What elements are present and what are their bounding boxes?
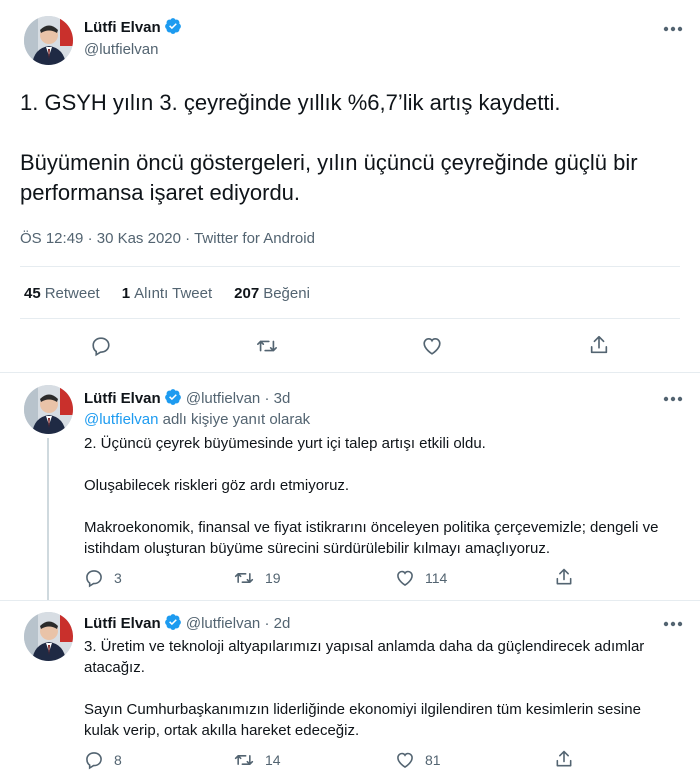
reply-icon <box>86 570 102 588</box>
verified-badge-icon <box>164 17 182 35</box>
share-button[interactable] <box>554 749 574 769</box>
like-icon <box>397 752 413 769</box>
tweet-text: 1. GSYH yılın 3. çeyreğinde yıllık %6,7’… <box>20 90 638 205</box>
retweet-count: 14 <box>265 752 281 768</box>
verified-badge-icon <box>164 388 182 406</box>
share-button[interactable] <box>588 334 610 356</box>
retweet-button[interactable]: 19 <box>233 568 281 588</box>
reply-icon <box>92 337 110 357</box>
retweet-icon <box>257 340 277 352</box>
tweet-meta: ÖS 12:49 · 30 Kas 2020 · Twitter for And… <box>20 230 315 247</box>
divider <box>20 266 680 267</box>
thread-line <box>47 438 49 600</box>
retweet-icon <box>234 755 254 765</box>
avatar[interactable] <box>24 16 73 65</box>
like-count: 114 <box>425 570 448 586</box>
author-name[interactable]: Lütfi Elvan <box>84 390 161 407</box>
avatar[interactable] <box>24 385 73 434</box>
reply-header: Lütfi Elvan @lutfielvan · 3d <box>84 388 290 407</box>
retweet-button[interactable] <box>255 335 279 357</box>
quote-count: 1 <box>121 285 131 302</box>
reply-button[interactable]: 3 <box>84 568 122 588</box>
tweet-source[interactable]: Twitter for Android <box>194 230 315 247</box>
tweet-text: 2. Üçüncü çeyrek büyümesinde yurt içi ta… <box>84 435 659 557</box>
divider <box>0 372 700 373</box>
author-name[interactable]: Lütfi Elvan <box>84 615 161 632</box>
retweet-stat[interactable]: 45 Retweet <box>24 285 100 302</box>
author-name[interactable]: Lütfi Elvan <box>84 19 161 36</box>
verified-badge-icon <box>164 613 182 631</box>
tweet-age[interactable]: 2d <box>274 615 291 632</box>
retweet-count: 19 <box>265 570 281 586</box>
share-icon <box>556 568 572 585</box>
like-label: Beğeni <box>263 285 310 302</box>
meta-separator: · <box>264 615 270 632</box>
tweet-actions <box>0 332 700 362</box>
tweet-stats: 45 Retweet 1 Alıntı Tweet 207 Beğeni <box>24 285 310 302</box>
reply-button[interactable] <box>90 335 112 357</box>
reply-count: 8 <box>114 752 122 768</box>
like-icon <box>423 338 441 355</box>
divider <box>20 318 680 319</box>
share-icon <box>590 335 608 354</box>
meta-separator: · <box>185 230 191 247</box>
tweet-age[interactable]: 3d <box>274 390 291 407</box>
quote-label: Alıntı Tweet <box>134 285 213 302</box>
like-count: 81 <box>425 752 441 768</box>
meta-separator: · <box>264 390 270 407</box>
like-stat[interactable]: 207 Beğeni <box>234 285 310 302</box>
author-handle[interactable]: @lutfielvan <box>84 41 158 58</box>
reply-count: 3 <box>114 570 122 586</box>
author-handle[interactable]: @lutfielvan <box>186 615 260 632</box>
divider <box>0 600 700 601</box>
replying-to-handle[interactable]: @lutfielvan <box>84 411 158 428</box>
like-button[interactable]: 81 <box>395 750 441 770</box>
reply-icon <box>86 752 102 770</box>
retweet-icon <box>234 573 254 583</box>
retweet-button[interactable]: 14 <box>233 750 281 770</box>
like-button[interactable]: 114 <box>395 568 447 588</box>
like-icon <box>397 570 413 587</box>
more-options-icon[interactable] <box>662 619 684 629</box>
like-button[interactable] <box>421 335 443 357</box>
author-handle[interactable]: @lutfielvan <box>186 390 260 407</box>
replying-to-text: adlı kişiye yanıt olarak <box>158 411 311 428</box>
quote-stat[interactable]: 1 Alıntı Tweet <box>122 285 212 302</box>
tweet-time[interactable]: ÖS 12:49 <box>20 230 83 247</box>
share-button[interactable] <box>554 567 574 587</box>
reply-button[interactable]: 8 <box>84 750 122 770</box>
tweet-date[interactable]: 30 Kas 2020 <box>97 230 181 247</box>
like-count: 207 <box>234 285 260 302</box>
retweet-count: 45 <box>24 285 41 302</box>
reply-header: Lütfi Elvan @lutfielvan · 2d <box>84 613 290 632</box>
tweet-text: 3. Üretim ve teknoloji altyapılarımızı y… <box>84 638 645 739</box>
retweet-label: Retweet <box>44 285 100 302</box>
share-icon <box>556 750 572 767</box>
avatar[interactable] <box>24 612 73 661</box>
meta-separator: · <box>87 230 93 247</box>
more-options-icon[interactable] <box>662 394 684 404</box>
replying-to: @lutfielvan adlı kişiye yanıt olarak <box>84 411 310 428</box>
more-options-icon[interactable] <box>662 24 684 34</box>
author-line: Lütfi Elvan <box>84 17 182 36</box>
